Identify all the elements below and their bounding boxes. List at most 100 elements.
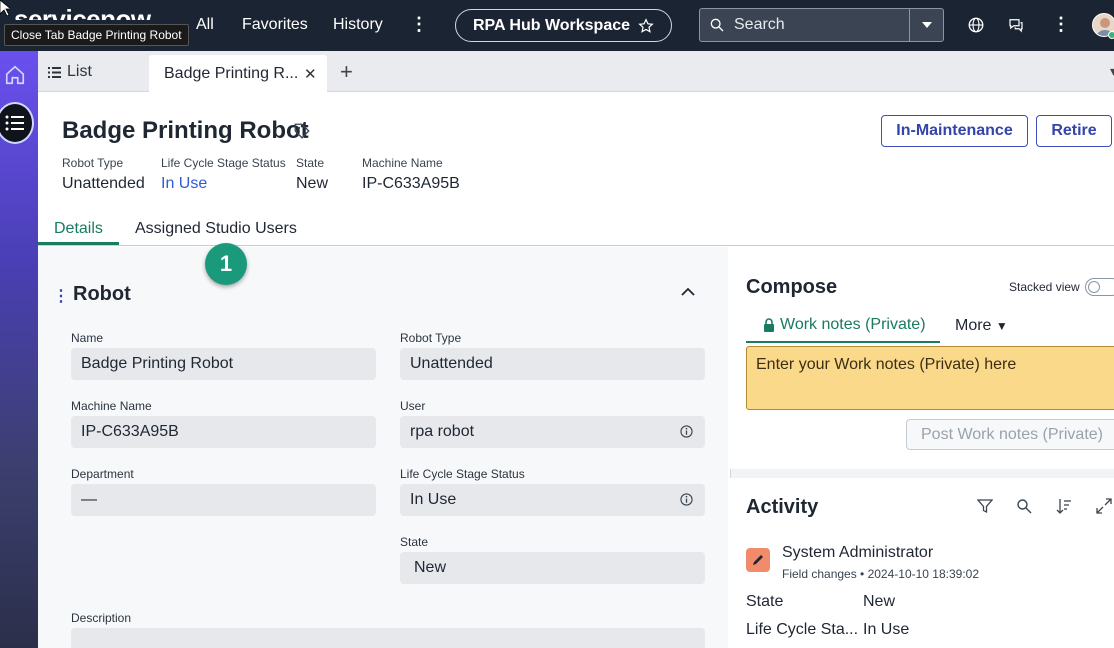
record-title: Badge Printing Robot [62,117,309,144]
stacked-view-label: Stacked view [1009,280,1080,294]
list-lines-icon [48,66,61,78]
tab-assigned-studio-users[interactable]: Assigned Studio Users [135,220,297,238]
more-dropdown[interactable]: More ▼ [955,317,1008,335]
add-tab-icon[interactable]: + [340,59,353,85]
activity-change-field: Life Cycle Sta... [746,621,859,638]
tooltip: Close Tab Badge Printing Robot [4,24,189,46]
edit-pencil-icon [746,548,770,572]
activity-title: Activity [746,496,819,518]
sort-icon[interactable] [1056,498,1072,514]
tab-overflow-icon[interactable]: ▾ [1110,63,1114,80]
compose-title: Compose [746,276,838,298]
list-icon [5,115,24,131]
lock-icon [764,318,774,332]
state-field[interactable]: New [400,552,705,584]
search-scope-dropdown[interactable] [909,9,943,41]
robot-type-value: Unattended [410,355,493,372]
machine-name-value: IP-C633A95B [81,423,179,440]
department-label: Department [71,467,134,481]
global-search[interactable]: Search [699,8,944,42]
meta-robot-type-label: Robot Type [62,156,124,170]
record-tab-bar: List Badge Printing R... ✕ + ▾ [38,51,1114,93]
life-cycle-label: Life Cycle Stage Status [400,467,525,481]
name-label: Name [71,331,104,345]
caret-down-icon: ▼ [995,319,1008,333]
nav-more-icon[interactable]: ⋮ [410,14,428,35]
meta-machine-name-label: Machine Name [362,156,443,170]
work-notes-textarea[interactable]: Enter your Work notes (Private) here [746,346,1114,410]
detail-tabs: Details Assigned Studio Users [38,210,1114,246]
state-value: New [414,559,447,576]
activity-user: System Administrator [782,544,934,561]
section-title: Robot [73,283,131,305]
close-tab-icon[interactable]: ✕ [304,65,317,83]
active-tab-indicator [38,242,119,245]
user-field[interactable]: rpa robot [400,416,705,448]
section-menu-icon[interactable]: ⋮ [53,286,69,306]
robot-type-label: Robot Type [400,331,462,345]
more-options-icon[interactable]: ⋮ [1052,14,1070,35]
nav-history[interactable]: History [333,16,383,34]
post-work-notes-button[interactable]: Post Work notes (Private) [906,419,1114,450]
nav-favorites[interactable]: Favorites [242,16,308,34]
in-maintenance-button[interactable]: In-Maintenance [881,115,1028,147]
work-notes-label: Work notes (Private) [780,316,926,333]
description-label: Description [71,611,132,625]
activity-meta: Field changes • 2024-10-10 18:39:02 [782,567,980,581]
meta-life-cycle-label: Life Cycle Stage Status [161,156,286,170]
life-cycle-value: In Use [410,491,457,508]
toggle-knob [1088,281,1100,293]
meta-machine-name-value: IP-C633A95B [362,175,460,192]
chevron-up-icon[interactable] [680,285,696,297]
department-field[interactable]: — [71,484,376,516]
info-icon[interactable] [680,493,693,506]
meta-state-label: State [296,156,325,170]
machine-name-label: Machine Name [71,399,152,413]
state-label: State [400,535,429,549]
globe-icon[interactable] [967,16,985,34]
machine-name-field[interactable]: IP-C633A95B [71,416,376,448]
search-input[interactable]: Search [734,16,909,34]
activity-change-value: New [863,593,896,610]
name-value: Badge Printing Robot [81,355,234,372]
tab-details[interactable]: Details [54,220,103,238]
department-value: — [81,491,97,508]
tag-icon[interactable] [293,122,311,140]
stacked-view-toggle[interactable] [1085,278,1114,296]
workspace-name: RPA Hub Workspace [472,16,631,34]
home-icon[interactable] [4,64,26,86]
filter-icon[interactable] [977,498,993,514]
info-icon[interactable] [680,425,693,438]
presence-indicator [1108,31,1114,39]
name-field[interactable]: Badge Printing Robot [71,348,376,380]
caret-down-icon [921,22,932,28]
work-notes-tab-indicator [746,341,940,343]
servicenow-logo[interactable]: servicenow [14,4,151,20]
tab-label: Badge Printing R... [164,65,299,82]
chat-icon[interactable] [1007,16,1025,34]
more-label: More [955,317,992,334]
mouse-cursor-icon [0,0,10,16]
activity-change-value: In Use [863,621,910,638]
star-icon[interactable] [638,17,654,34]
search-icon [700,17,734,33]
meta-life-cycle-link[interactable]: In Use [161,175,207,193]
meta-robot-type-value: Unattended [62,175,145,192]
tab-list[interactable]: List [48,63,92,81]
step-marker: 1 [205,243,247,285]
search-icon[interactable] [1016,498,1032,514]
meta-state-value: New [296,175,329,192]
life-cycle-field[interactable]: In Use [400,484,705,516]
tab-work-notes[interactable]: Work notes (Private) [763,316,926,334]
user-label: User [400,399,426,413]
tab-list-label: List [67,63,92,80]
description-field[interactable] [71,628,705,648]
robot-type-field[interactable]: Unattended [400,348,705,380]
nav-all[interactable]: All [196,16,214,34]
tab-badge-printing-robot[interactable]: Badge Printing R... [149,55,327,93]
retire-button[interactable]: Retire [1036,115,1112,147]
expand-icon[interactable] [1096,498,1112,514]
user-value: rpa robot [410,423,475,440]
workspace-switcher[interactable]: RPA Hub Workspace [455,9,672,42]
activity-change-field: State [746,593,784,610]
